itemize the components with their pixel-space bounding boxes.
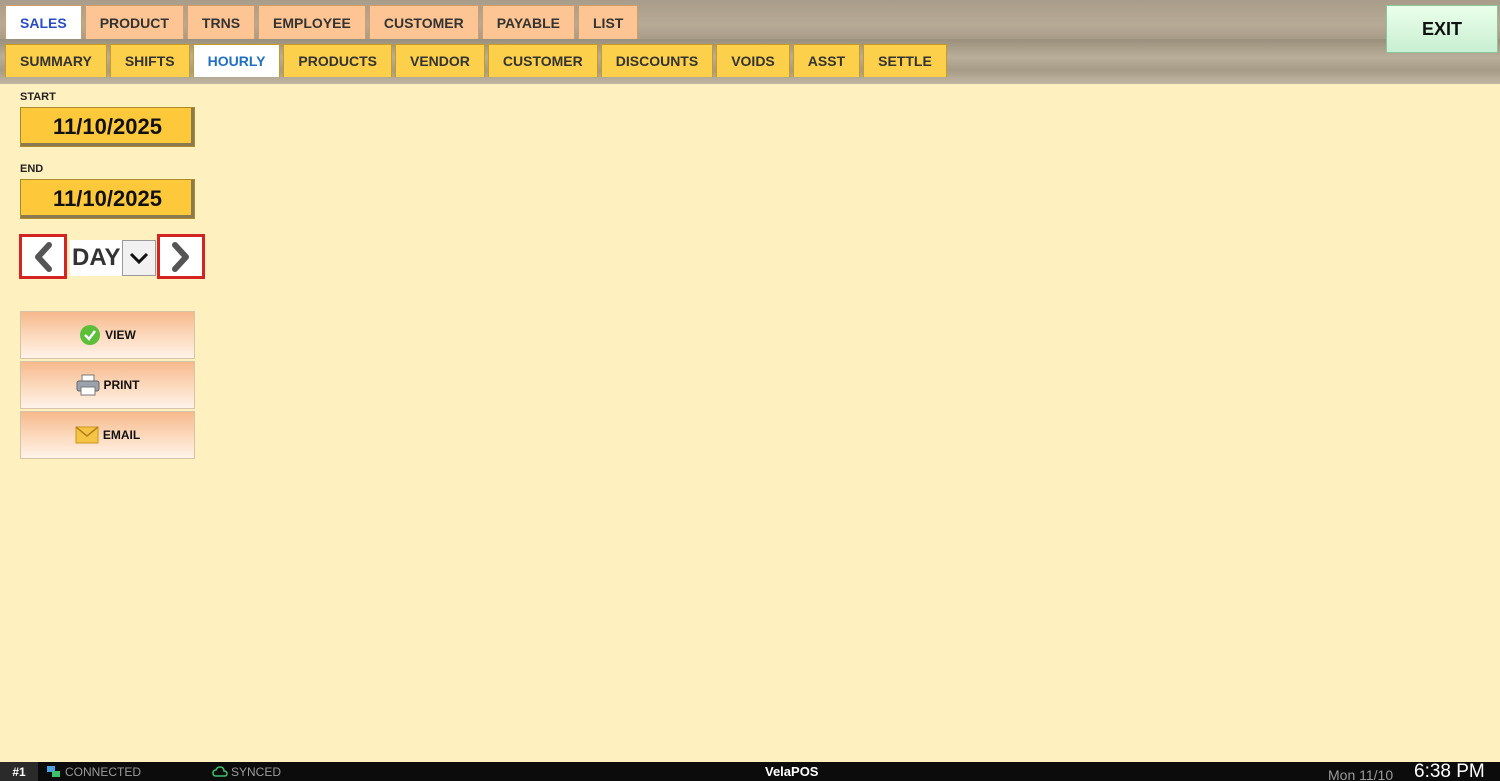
email-label: EMAIL <box>102 428 141 442</box>
chevron-right-icon <box>172 241 189 272</box>
next-period-button[interactable] <box>157 234 205 279</box>
status-bar: #1 CONNECTED SYNCED VelaPOS Mon 11/10 6:… <box>0 760 1500 781</box>
status-date: Mon 11/10 <box>1328 766 1394 781</box>
tab-sales[interactable]: SALES <box>5 5 82 39</box>
sync-status: SYNCED <box>212 762 281 781</box>
cloud-icon <box>212 765 228 777</box>
tab-payable[interactable]: PAYABLE <box>481 5 575 39</box>
chevron-down-icon[interactable] <box>122 240 156 276</box>
subtab-hourly[interactable]: HOURLY <box>192 44 281 77</box>
email-button[interactable]: EMAIL <box>20 411 195 459</box>
status-time: 6:38 PM <box>1414 760 1485 781</box>
tab-customer[interactable]: CUSTOMER <box>368 5 479 39</box>
connection-status: CONNECTED <box>46 762 141 781</box>
tab-list[interactable]: LIST <box>578 5 639 39</box>
terminal-number: #1 <box>0 762 38 781</box>
tab-product[interactable]: PRODUCT <box>84 5 184 39</box>
subtab-asst[interactable]: ASST <box>792 44 861 77</box>
tab-trns[interactable]: TRNS <box>186 5 256 39</box>
subtab-products[interactable]: PRODUCTS <box>283 44 392 77</box>
brand-logo: VelaPOS <box>765 764 819 779</box>
header-bar: SALES PRODUCT TRNS EMPLOYEE CUSTOMER PAY… <box>0 0 1500 84</box>
period-value: DAY <box>72 244 121 271</box>
exit-button[interactable]: EXIT <box>1386 5 1498 53</box>
printer-icon <box>76 374 100 396</box>
connection-label: CONNECTED <box>65 764 142 779</box>
view-label: VIEW <box>105 328 136 342</box>
print-button[interactable]: PRINT <box>20 361 195 409</box>
subtab-shifts[interactable]: SHIFTS <box>109 44 190 77</box>
start-date-field[interactable]: 11/10/2025 <box>20 107 195 147</box>
network-icon <box>47 765 60 777</box>
subtab-discounts[interactable]: DISCOUNTS <box>600 44 714 77</box>
subtab-customer[interactable]: CUSTOMER <box>487 44 598 77</box>
end-label: END <box>20 163 44 175</box>
check-circle-icon <box>79 324 101 346</box>
subtab-vendor[interactable]: VENDOR <box>394 44 485 77</box>
main-tabs: SALES PRODUCT TRNS EMPLOYEE CUSTOMER PAY… <box>5 5 641 39</box>
subtab-voids[interactable]: VOIDS <box>716 44 790 77</box>
sub-tabs: SUMMARY SHIFTS HOURLY PRODUCTS VENDOR CU… <box>5 44 950 77</box>
tab-employee[interactable]: EMPLOYEE <box>258 5 366 39</box>
chevron-left-icon <box>35 241 52 272</box>
subtab-settle[interactable]: SETTLE <box>863 44 947 77</box>
envelope-icon <box>75 426 99 444</box>
prev-period-button[interactable] <box>19 234 67 279</box>
start-label: START <box>20 91 56 103</box>
sync-label: SYNCED <box>231 764 282 779</box>
print-label: PRINT <box>103 378 140 392</box>
subtab-summary[interactable]: SUMMARY <box>5 44 107 77</box>
period-select[interactable]: DAY <box>70 240 156 276</box>
end-date-field[interactable]: 11/10/2025 <box>20 179 195 219</box>
view-button[interactable]: VIEW <box>20 311 195 359</box>
report-panel <box>0 84 1500 762</box>
